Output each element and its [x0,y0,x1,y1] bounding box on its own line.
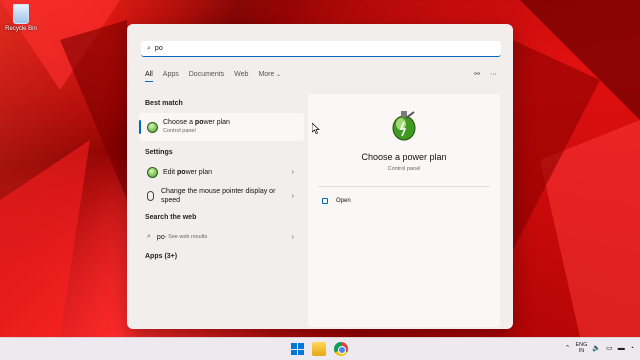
taskbar: ⌃ ENG IN 🔈 ▭ ▬ ◔ [0,337,640,360]
chevron-right-icon: › [291,192,294,200]
notification-icon[interactable]: ◔ [630,345,634,352]
file-explorer-icon[interactable] [312,342,326,356]
power-plan-icon [392,111,416,141]
tab-more[interactable]: More [258,71,281,82]
settings-item-label: Change the mouse pointer display or spee… [161,188,276,204]
search-bar[interactable]: ⌕ [141,41,501,57]
section-search-web: Search the web [145,214,197,221]
system-tray: ⌃ ENG IN 🔈 ▭ ▬ ◔ [565,342,634,354]
best-match-title: Choose a power plan [163,119,230,126]
chevron-right-icon: › [291,168,294,176]
search-tabs: All Apps Documents Web More [145,71,281,82]
windows-start-icon[interactable] [290,342,304,356]
taskbar-apps [290,342,348,356]
recycle-bin[interactable]: Recycle Bin [4,4,38,32]
mouse-icon [147,191,154,201]
tab-web[interactable]: Web [234,71,248,82]
language-indicator[interactable]: ENG IN [576,342,588,354]
result-detail-pane: Choose a power plan Control panel Open [308,94,500,327]
search-input[interactable] [154,45,455,52]
power-plan-icon [147,121,158,133]
share-icon[interactable]: ⚯ [474,70,480,78]
power-plan-icon [147,166,158,178]
battery-icon[interactable]: ▬ [618,345,625,352]
panel-actions: ⚯ ⋯ [474,70,497,78]
tab-all[interactable]: All [145,71,153,82]
search-panel: ⌕ All Apps Documents Web More ⚯ ⋯ Best m… [127,24,513,329]
divider [318,186,490,187]
mouse-cursor [312,123,320,134]
open-icon [322,198,328,204]
chrome-icon[interactable] [334,342,348,356]
web-query: po [156,233,165,241]
chevron-up-icon[interactable]: ⌃ [565,344,571,352]
settings-item-edit-power-plan[interactable]: Edit power plan › [139,162,304,182]
best-match-subtitle: Control panel [163,128,196,134]
recycle-bin-icon [13,4,29,24]
more-options-icon[interactable]: ⋯ [490,70,497,78]
open-label: Open [336,198,351,204]
settings-item-mouse-pointer[interactable]: Change the mouse pointer display or spee… [139,182,304,210]
web-results-hint: - See web results [164,234,208,240]
section-best-match: Best match [145,100,183,107]
tab-apps[interactable]: Apps [163,71,179,82]
section-settings: Settings [145,149,173,156]
settings-item-label: Edit power plan [163,168,213,176]
detail-title: Choose a power plan [361,152,447,162]
chevron-right-icon: › [291,233,294,241]
tab-documents[interactable]: Documents [189,71,224,82]
search-icon: ⌕ [147,233,151,240]
results-list: Best match Choose a power plan Control p… [139,96,304,266]
network-icon[interactable]: ▭ [606,344,613,352]
web-search-item[interactable]: ⌕ po - See web results › [139,227,304,247]
section-apps[interactable]: Apps (3+) [145,253,304,260]
volume-icon[interactable]: 🔈 [592,344,601,352]
recycle-bin-label: Recycle Bin [5,26,37,32]
detail-subtitle: Control panel [387,166,421,172]
open-action[interactable]: Open [322,198,351,204]
best-match-item[interactable]: Choose a power plan Control panel [139,113,304,141]
search-icon: ⌕ [147,44,151,52]
